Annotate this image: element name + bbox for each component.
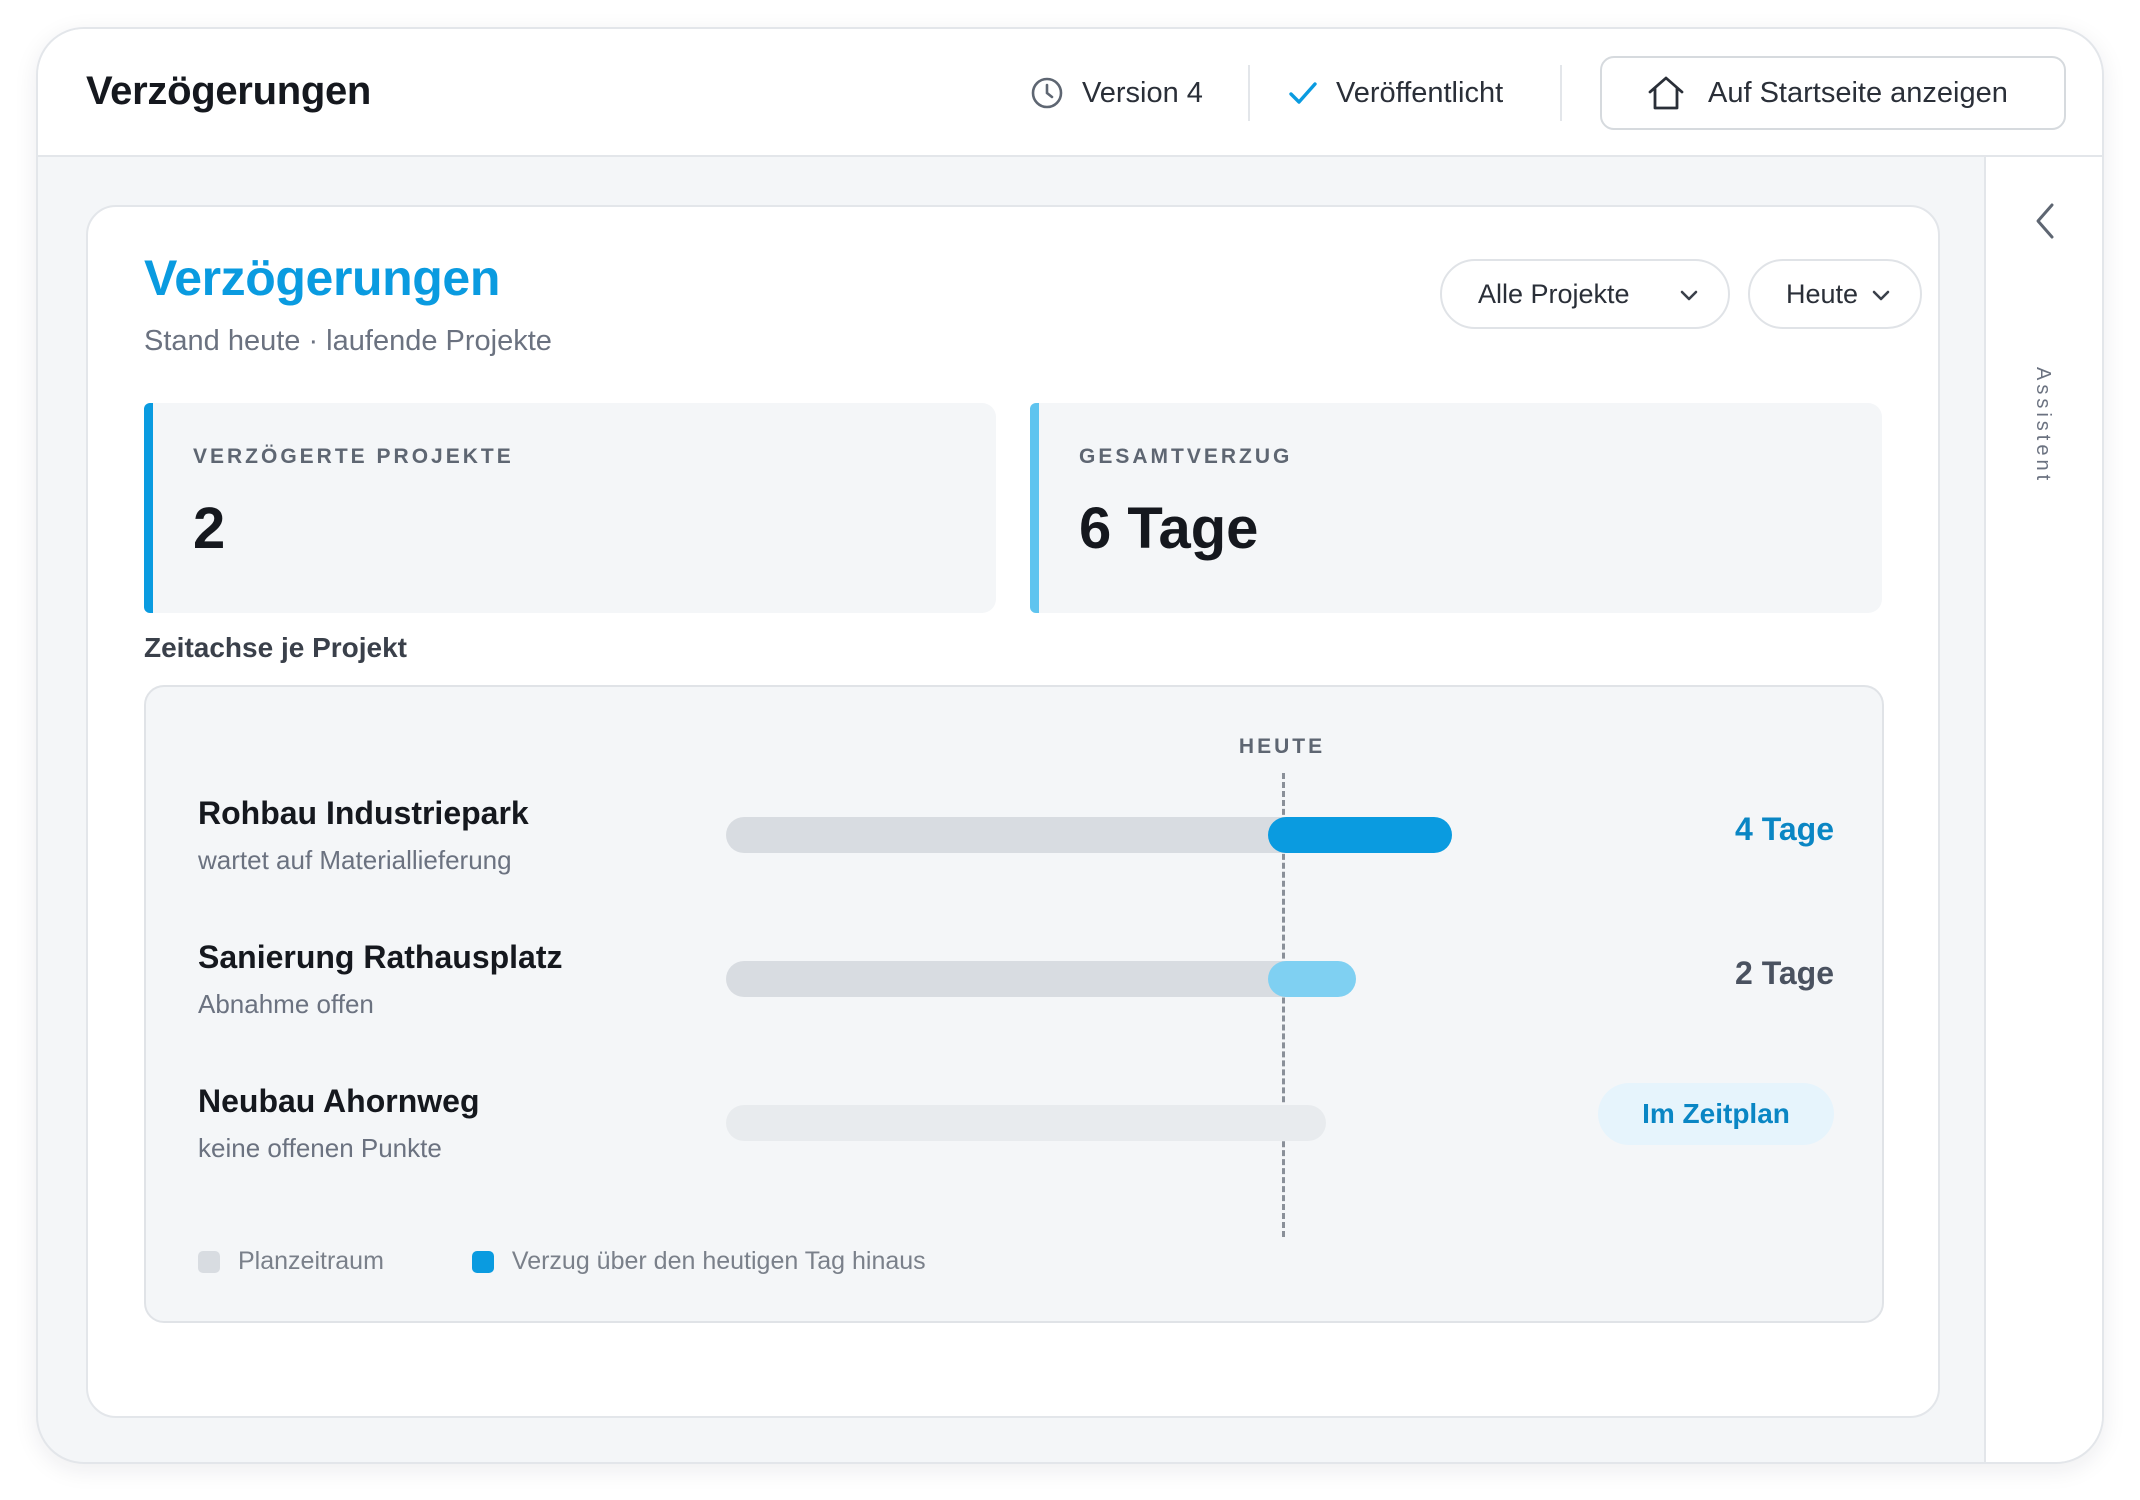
assistant-panel: Assistent (1984, 157, 2102, 1462)
stat-label: GESAMTVERZUG (1079, 445, 1293, 468)
project-filter-dropdown[interactable]: Alle Projekte (1440, 259, 1730, 329)
project-filter-value: Alle Projekte (1478, 278, 1630, 309)
page-title: Verzögerungen (86, 69, 372, 113)
project-note: keine offenen Punkte (198, 1133, 442, 1163)
plan-bar (726, 1105, 1326, 1141)
delay-bar (1268, 961, 1356, 997)
date-filter-value: Heute (1786, 278, 1859, 309)
card-title: Verzögerungen (144, 250, 500, 306)
timeline-panel: HEUTE Rohbau Industriepark wartet auf Ma… (144, 685, 1884, 1323)
stat-value: 6 Tage (1079, 496, 1259, 561)
delays-card: Verzögerungen Stand heute · laufende Pro… (86, 205, 1940, 1418)
legend-label: Planzeitraum (238, 1247, 384, 1275)
plan-bar (726, 817, 1326, 853)
chevron-down-icon (1680, 290, 1698, 301)
checkmark-icon (1289, 82, 1317, 104)
legend-label: Verzug über den heutigen Tag hinaus (511, 1247, 926, 1275)
timeline-section-label: Zeitachse je Projekt (144, 632, 408, 663)
timeline-row[interactable]: Sanierung Rathausplatz Abnahme offen 2 T… (146, 939, 1882, 1059)
legend-item: Verzug über den heutigen Tag hinaus (471, 1247, 926, 1276)
delay-bar (1268, 817, 1452, 853)
version-indicator[interactable]: Version 4 (1030, 65, 1203, 121)
plan-bar (726, 961, 1326, 997)
chevron-left-icon[interactable] (2032, 201, 2060, 241)
delay-value: 2 Tage (1735, 955, 1834, 991)
version-label: Version 4 (1082, 76, 1203, 109)
timeline-legend: Planzeitraum Verzug über den heutigen Ta… (198, 1247, 1014, 1276)
delay-value: 4 Tage (1735, 811, 1834, 847)
today-marker-label: HEUTE (1238, 735, 1326, 758)
project-name: Rohbau Industriepark (198, 795, 529, 831)
assistant-tab-label[interactable]: Assistent (2031, 367, 2054, 484)
top-bar: Verzögerungen Version 4 Veröffentlicht A… (38, 29, 2102, 157)
publish-status: Veröffentlicht (1286, 65, 1503, 121)
divider (1248, 65, 1250, 121)
clock-icon (1031, 77, 1063, 109)
timeline-row[interactable]: Rohbau Industriepark wartet auf Material… (146, 795, 1882, 915)
stat-delayed-projects: VERZÖGERTE PROJEKTE 2 (144, 403, 996, 613)
stat-total-delay: GESAMTVERZUG 6 Tage (1030, 403, 1882, 613)
divider (1560, 65, 1562, 121)
legend-swatch (198, 1250, 220, 1273)
legend-item: Planzeitraum (198, 1247, 384, 1276)
stat-label: VERZÖGERTE PROJEKTE (193, 445, 514, 468)
card-subtitle: Stand heute · laufende Projekte (144, 325, 552, 357)
legend-swatch (471, 1250, 494, 1273)
app-window: Verzögerungen Version 4 Veröffentlicht A… (36, 27, 2104, 1464)
publish-status-label: Veröffentlicht (1336, 76, 1504, 109)
home-icon (1648, 76, 1684, 110)
date-filter-dropdown[interactable]: Heute (1748, 259, 1922, 329)
project-note: wartet auf Materiallieferung (198, 845, 512, 875)
project-note: Abnahme offen (198, 989, 374, 1019)
show-on-homepage-label: Auf Startseite anzeigen (1708, 76, 2008, 109)
stat-value: 2 (193, 496, 226, 561)
show-on-homepage-button[interactable]: Auf Startseite anzeigen (1600, 56, 2066, 130)
project-name: Sanierung Rathausplatz (198, 939, 563, 975)
timeline-row[interactable]: Neubau Ahornweg keine offenen Punkte Im … (146, 1083, 1882, 1203)
project-name: Neubau Ahornweg (198, 1083, 480, 1119)
on-schedule-badge: Im Zeitplan (1598, 1083, 1834, 1145)
chevron-down-icon (1872, 290, 1890, 301)
